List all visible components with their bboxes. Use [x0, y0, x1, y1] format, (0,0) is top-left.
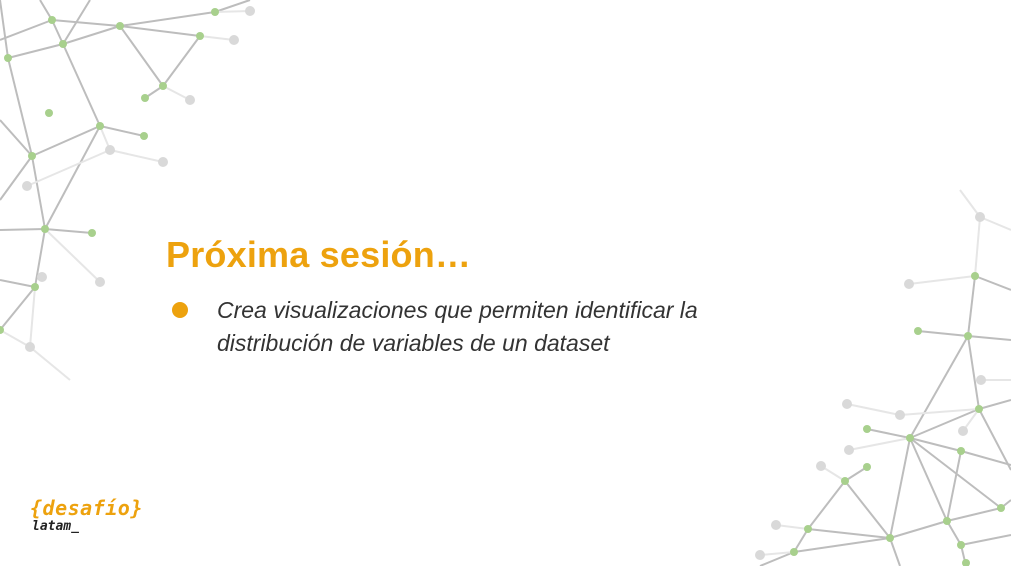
bullet-line: distribución de variables de un dataset: [217, 330, 610, 356]
bullet-text: Crea visualizaciones que permiten identi…: [217, 294, 777, 360]
slide-title: Próxima sesión…: [166, 234, 472, 275]
desafio-latam-logo: {desafío} latam_: [30, 497, 143, 534]
bullet-line: Crea visualizaciones que permiten identi…: [217, 297, 698, 323]
logo-bottom-text: latam_: [32, 519, 79, 534]
bullet-dot-icon: [172, 302, 188, 318]
network-decoration: [0, 0, 1011, 566]
logo-top-text: {desafío}: [30, 496, 143, 520]
slide: Próxima sesión… Crea visualizaciones que…: [0, 0, 1011, 566]
